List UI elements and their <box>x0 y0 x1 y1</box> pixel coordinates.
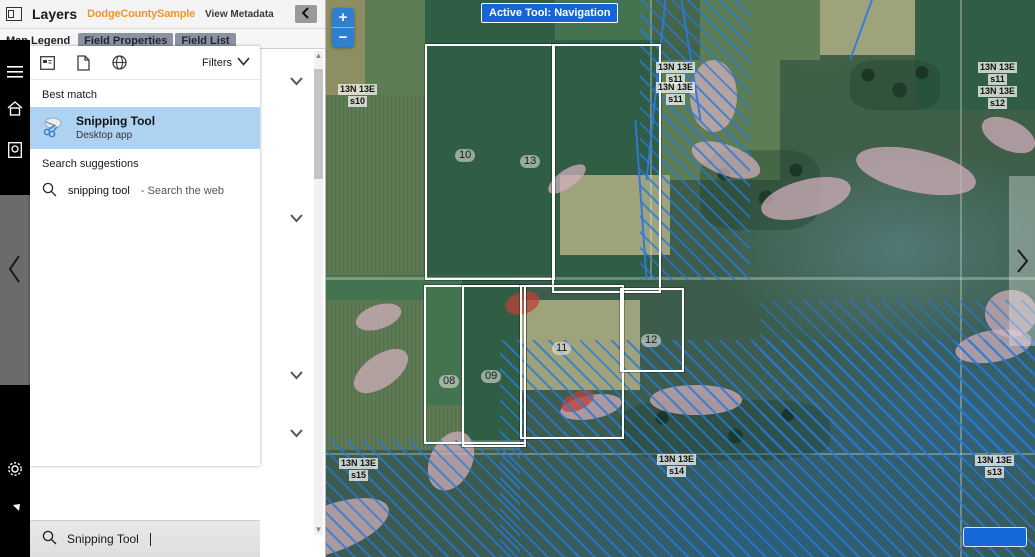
suggestion-note: - Search the web <box>140 185 224 197</box>
search-filter-toolbar: Filters <box>30 46 260 80</box>
screen: 10 13 08 09 11 12 13N 13E s10 13N 13E s1… <box>0 0 1035 557</box>
document-icon[interactable] <box>77 54 90 71</box>
map-next-panel-button[interactable] <box>1009 176 1035 346</box>
rail-collapse-button[interactable] <box>0 254 30 287</box>
rail-divider <box>0 195 30 385</box>
section-label: 13N 13E s11 <box>978 62 1018 86</box>
best-match-title: Snipping Tool <box>76 114 156 128</box>
field-label[interactable]: 10 <box>455 149 476 162</box>
suggestions-header: Search suggestions <box>42 158 139 170</box>
map-soil-polygon <box>976 109 1035 161</box>
zoom-in-button[interactable]: + <box>332 8 354 27</box>
best-match-header: Best match <box>42 89 98 101</box>
scrollbar-thumb[interactable] <box>314 69 323 179</box>
collapse-panel-button[interactable] <box>295 5 317 23</box>
filters-dropdown[interactable]: Filters <box>202 57 250 69</box>
map-action-button[interactable] <box>963 527 1027 547</box>
search-icon <box>42 182 57 200</box>
chevron-left-icon <box>7 254 23 287</box>
search-suggestion-item[interactable]: snipping tool - Search the web <box>30 176 260 206</box>
field-label[interactable]: 13 <box>520 155 541 168</box>
suggestion-query: snipping tool <box>68 185 130 197</box>
section-label: 13N 13E s10 <box>338 84 378 108</box>
field-boundary[interactable] <box>462 285 526 447</box>
map-hatch-overlay <box>760 300 1035 460</box>
home-icon <box>7 101 23 119</box>
photos-button[interactable] <box>0 136 30 166</box>
section-label: 13N 13E s15 <box>339 458 379 482</box>
section-label-line1: 13N 13E <box>978 62 1018 73</box>
photos-icon <box>8 141 22 161</box>
snipping-tool-icon <box>42 115 66 142</box>
app-header: Layers DodgeCountySample View Metadata <box>0 0 325 29</box>
map-parcel <box>325 95 425 275</box>
best-match-text: Snipping Tool Desktop app <box>76 114 155 142</box>
section-label: 13N 13E s12 <box>978 86 1018 110</box>
section-label-line2: s14 <box>667 466 687 477</box>
zoom-out-button[interactable]: − <box>332 27 354 47</box>
field-label[interactable]: 08 <box>439 375 460 388</box>
chevron-right-icon <box>1015 248 1029 274</box>
section-label-line1: 13N 13E <box>975 455 1015 466</box>
section-label-line2: s11 <box>666 94 685 105</box>
globe-icon[interactable] <box>112 55 127 70</box>
field-label[interactable]: 09 <box>481 370 502 383</box>
best-match-subtitle: Desktop app <box>76 130 133 141</box>
hamburger-menu-button[interactable] <box>0 58 30 88</box>
panel-scrollbar[interactable]: ▲ ▼ <box>314 51 323 535</box>
section-label-line2: s11 <box>988 74 1007 85</box>
scroll-down-icon[interactable]: ▼ <box>314 525 323 535</box>
section-label-line1: 13N 13E <box>656 62 696 73</box>
search-input-value[interactable]: Snipping Tool <box>67 532 139 546</box>
section-label: 13N 13E s14 <box>657 454 697 478</box>
section-label-line1: 13N 13E <box>656 82 696 93</box>
project-name: DodgeCountySample <box>87 8 195 20</box>
scroll-up-icon[interactable]: ▲ <box>314 51 323 61</box>
section-label-line2: s10 <box>348 96 368 107</box>
rail-footer <box>0 520 30 557</box>
text-cursor <box>149 532 151 546</box>
hamburger-menu-icon <box>7 65 23 81</box>
chevron-left-icon <box>301 6 310 22</box>
apps-icon[interactable] <box>40 55 55 70</box>
section-label-line1: 13N 13E <box>338 84 378 95</box>
section-label-line2: s12 <box>988 98 1008 109</box>
power-icon <box>7 501 23 520</box>
filters-label: Filters <box>202 56 232 69</box>
home-button[interactable] <box>0 95 30 125</box>
start-search-flyout: Filters Best match Snipping Tool Desktop… <box>30 46 260 466</box>
section-label-line1: 13N 13E <box>978 86 1018 97</box>
section-label-line2: s13 <box>985 467 1005 478</box>
map-parcel <box>365 0 425 95</box>
legend-group-toggle[interactable] <box>290 75 303 89</box>
settings-button[interactable] <box>0 455 30 485</box>
gear-icon <box>7 461 23 480</box>
layers-icon <box>6 7 22 21</box>
map-zoom-control[interactable]: + − <box>332 8 354 47</box>
best-match-result[interactable]: Snipping Tool Desktop app <box>30 107 260 149</box>
section-label-line2: s15 <box>349 470 369 481</box>
section-label-line1: 13N 13E <box>339 458 379 469</box>
start-menu-rail <box>0 40 30 557</box>
field-boundary[interactable] <box>620 288 684 372</box>
section-label-line1: 13N 13E <box>657 454 697 465</box>
active-tool-badge: Active Tool: Navigation <box>481 3 619 23</box>
chevron-down-icon <box>237 56 250 69</box>
legend-group-toggle[interactable] <box>290 427 303 441</box>
view-metadata-link[interactable]: View Metadata <box>205 9 274 20</box>
section-label: 13N 13E s13 <box>975 455 1015 479</box>
taskbar-search-box[interactable]: Snipping Tool <box>30 520 260 557</box>
search-icon <box>42 530 57 548</box>
map-woodland <box>850 60 940 110</box>
field-boundary[interactable] <box>520 285 624 439</box>
field-boundary[interactable] <box>552 44 661 293</box>
field-label[interactable]: 12 <box>641 334 662 347</box>
field-label[interactable]: 11 <box>552 342 572 355</box>
legend-group-toggle[interactable] <box>290 369 303 383</box>
legend-group-toggle[interactable] <box>290 212 303 226</box>
page-title: Layers <box>32 6 78 22</box>
section-label: 13N 13E s11 <box>656 82 696 106</box>
